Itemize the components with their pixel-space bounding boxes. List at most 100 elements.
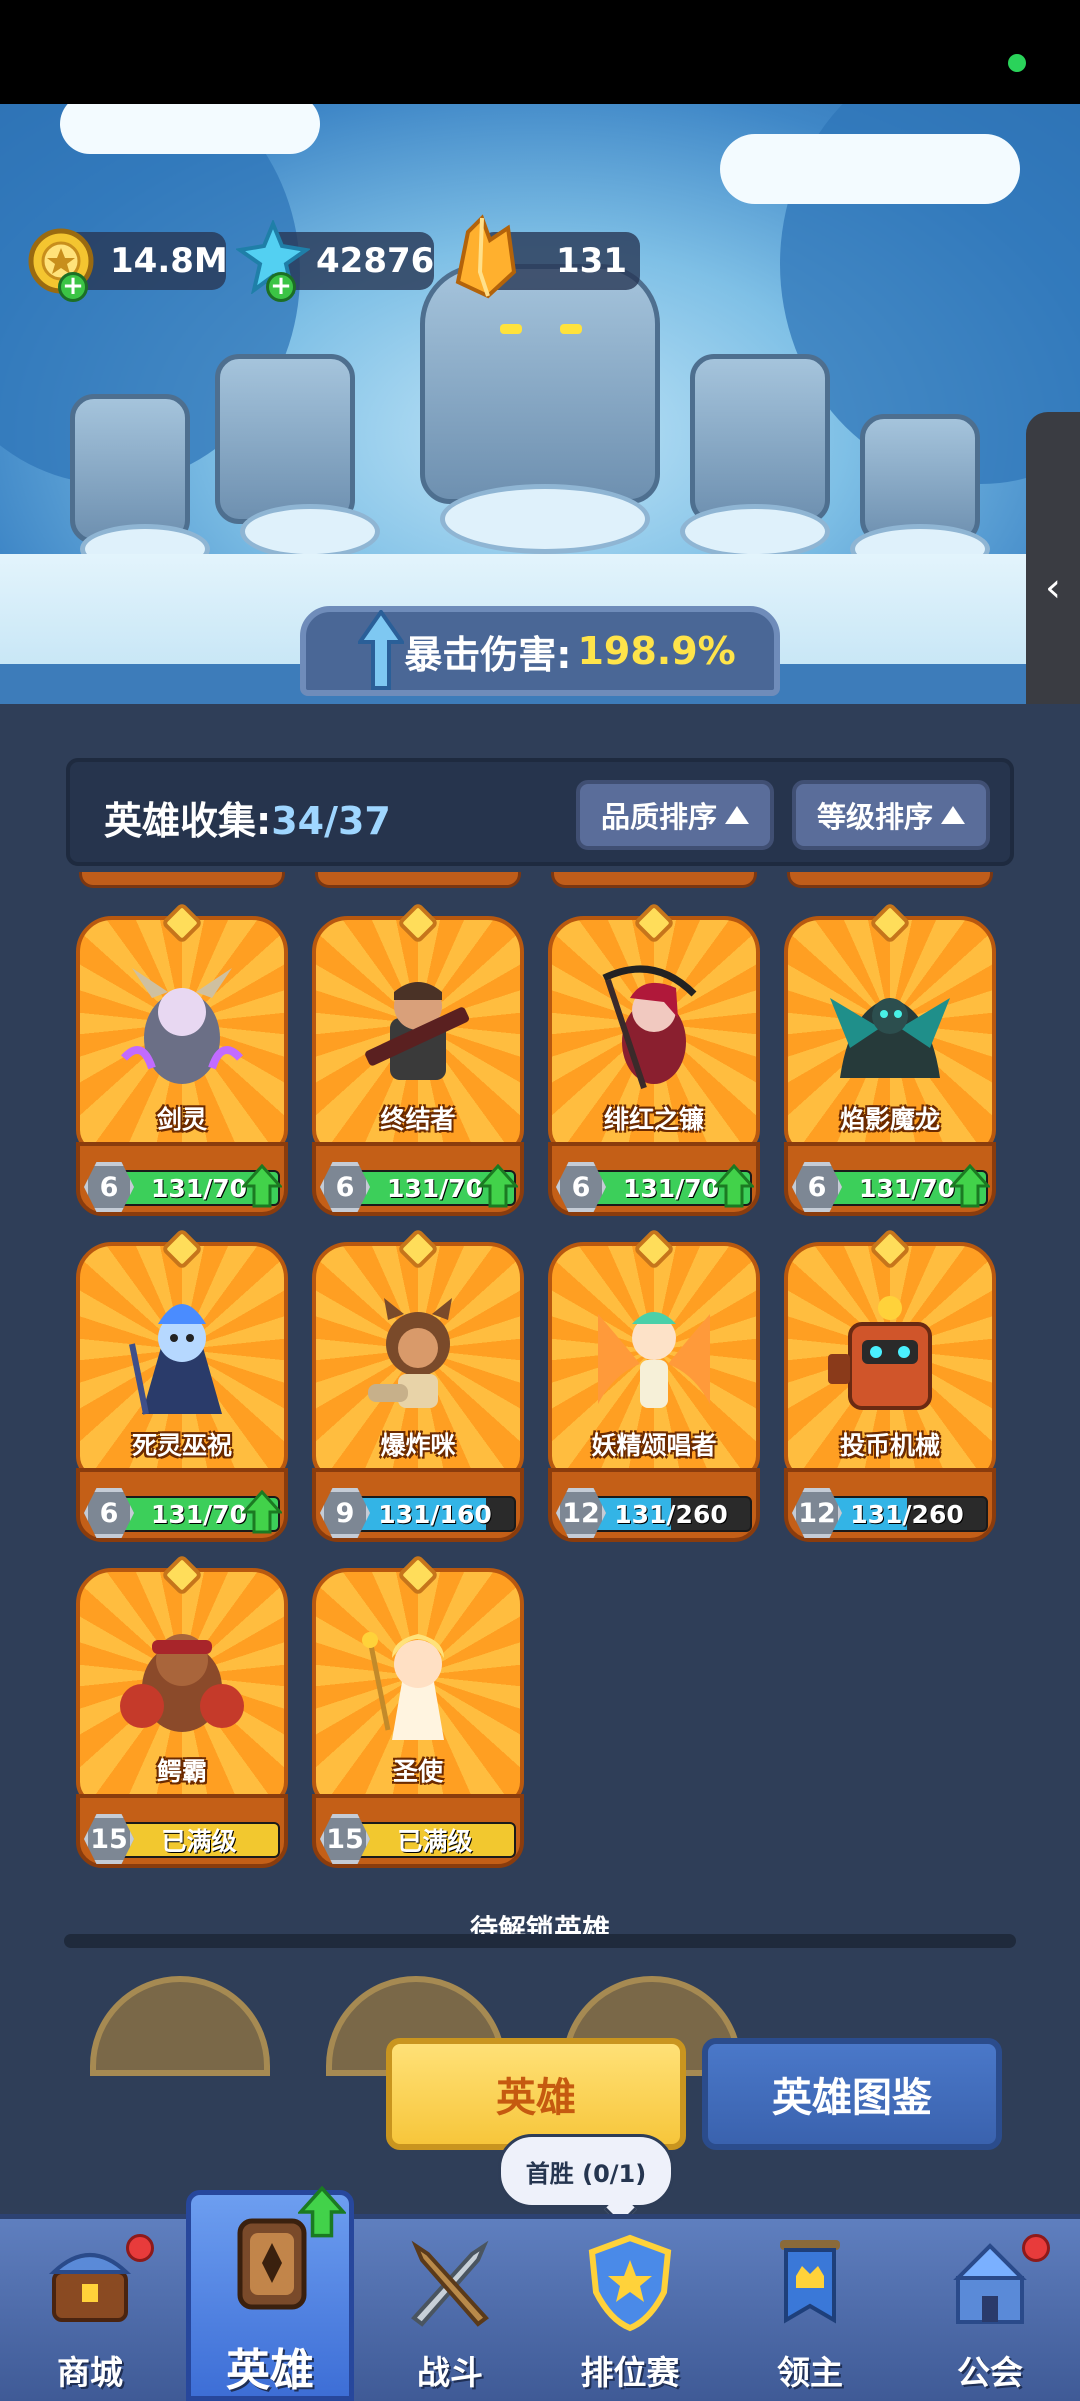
rank-shield-icon [588, 2234, 672, 2332]
locked-hero-card[interactable] [90, 1976, 270, 2076]
nav-label: 英雄 [226, 2345, 314, 2396]
statue-warrior [70, 394, 190, 544]
hero-portrait [368, 1298, 452, 1408]
crit-damage-value: 198.9% [577, 629, 736, 673]
collection-label: 英雄收集: [104, 799, 272, 843]
privacy-indicator-dot [1008, 54, 1026, 72]
nav-label: 公会 [957, 2353, 1023, 2392]
hero-name: 爆炸咪 [380, 1431, 456, 1460]
sort-level-label: 等级排序 [816, 800, 933, 834]
hero-portrait [129, 1304, 222, 1415]
nav-item-crossed-swords[interactable]: 战斗 [360, 2214, 540, 2401]
collection-bar: 英雄收集:34/37 品质排序 等级排序 [66, 758, 1014, 866]
hero-portrait [828, 1296, 932, 1410]
shard-progress-bar: 已满级 [118, 1822, 280, 1858]
hero-card[interactable]: 鳄霸 已满级 15 [76, 1553, 288, 1868]
statue-base [440, 484, 650, 554]
snow-ledge [60, 104, 320, 154]
hero-card[interactable]: 剑灵 131/70 6 [76, 901, 288, 1216]
nav-item-hero-card[interactable]: 英雄 [180, 2186, 360, 2401]
sort-ascending-icon [725, 806, 749, 824]
hero-name: 投币机械 [839, 1431, 940, 1460]
statue-griffin [215, 354, 355, 524]
dragon-eye [560, 324, 582, 334]
sort-by-quality-button[interactable]: 品质排序 [576, 780, 774, 850]
nav-label: 领主 [777, 2353, 843, 2392]
crystal-amount: 131 [556, 241, 627, 281]
hero-card[interactable]: 妖精颂唱者 131/260 12 [548, 1227, 760, 1542]
hero-name: 焰影魔龙 [839, 1105, 940, 1134]
sort-by-level-button[interactable]: 等级排序 [792, 780, 990, 850]
hero-portrait [830, 998, 950, 1078]
collection-count: 34/37 [271, 799, 391, 843]
shard-progress-bar: 131/260 [590, 1496, 752, 1532]
nav-label: 战斗 [417, 2353, 483, 2392]
add-gem-button[interactable]: + [266, 272, 296, 302]
hero-card[interactable]: 圣使 已满级 15 [312, 1553, 524, 1868]
shard-progress-text: 已满级 [397, 1827, 473, 1856]
first-win-tooltip: 首胜 (0/1) [498, 2134, 674, 2208]
banner-crown-icon [780, 2240, 840, 2324]
hero-name: 死灵巫祝 [131, 1431, 232, 1460]
hero-name: 绯红之镰 [603, 1105, 704, 1134]
hero-grid: 剑灵 131/70 6 终结者 131/70 6 绯红之镰 131/70 6 焰影魔龙 131/70… [76, 872, 1004, 1872]
notification-badge [1022, 2234, 1050, 2262]
hero-portrait [362, 1632, 444, 1740]
upgrade-arrow-icon[interactable] [242, 1164, 282, 1208]
crit-damage-label: 暴击伤害: [404, 632, 572, 677]
scrolled-card-edge [315, 872, 521, 888]
chevron-left-icon: ‹ [1045, 565, 1061, 611]
upgrade-arrow-icon[interactable] [478, 1164, 518, 1208]
hero-portrait [598, 1312, 710, 1408]
tab-hero-codex[interactable]: 英雄图鉴 [702, 2038, 1002, 2150]
shop-chest-icon [48, 2253, 132, 2322]
hero-name: 圣使 [392, 1757, 443, 1786]
hero-card[interactable]: 焰影魔龙 131/70 6 [784, 901, 996, 1216]
upgrade-arrow-icon[interactable] [950, 1164, 990, 1208]
shard-progress-bar: 已满级 [354, 1822, 516, 1858]
scrolled-card-edge [787, 872, 993, 888]
hero-portrait [602, 965, 697, 1089]
hero-card[interactable]: 爆炸咪 131/160 9 [312, 1227, 524, 1542]
notification-badge [126, 2234, 154, 2262]
shard-progress-text: 131/160 [378, 1499, 492, 1529]
hero-name: 终结者 [380, 1105, 456, 1134]
hero-list-panel: 英雄收集:34/37 品质排序 等级排序 剑灵 131/70 6 终结者 131/70 6… [0, 704, 1080, 2214]
upgrade-arrow-icon[interactable] [714, 1164, 754, 1208]
hero-name: 剑灵 [156, 1105, 207, 1134]
scrolled-card-edge [551, 872, 757, 888]
upgrade-arrow-icon [298, 2186, 346, 2238]
nav-item-banner-crown[interactable]: 领主 [720, 2214, 900, 2401]
hero-card[interactable]: 死灵巫祝 131/70 6 [76, 1227, 288, 1542]
hero-portrait [365, 982, 470, 1080]
nav-item-rank-shield[interactable]: 排位赛 [540, 2214, 720, 2401]
shard-progress-text: 131/260 [850, 1499, 964, 1529]
crossed-swords-icon [411, 2240, 489, 2327]
nav-item-shop-chest[interactable]: 商城 [0, 2214, 180, 2401]
shard-progress-text: 已满级 [161, 1827, 237, 1856]
hero-name: 鳄霸 [156, 1757, 207, 1786]
section-divider [64, 1934, 1016, 1948]
nav-item-guild-castle[interactable]: 公会 [900, 2214, 1080, 2401]
nav-label: 商城 [57, 2353, 123, 2392]
crit-up-arrow-icon [358, 610, 404, 690]
hero-portrait [121, 968, 243, 1084]
dragon-eye [500, 324, 522, 334]
statue-mage [690, 354, 830, 524]
shard-progress-bar: 131/260 [826, 1496, 988, 1532]
snow-ledge [720, 134, 1020, 204]
hero-name: 妖精颂唱者 [591, 1431, 717, 1460]
amber-crystal-icon [438, 212, 528, 302]
add-gold-button[interactable]: + [58, 272, 88, 302]
sort-quality-label: 品质排序 [600, 800, 717, 834]
nav-label: 排位赛 [580, 2353, 680, 2392]
crit-damage-banner: 暴击伤害: 198.9% [300, 606, 780, 696]
gem-amount: 42876 [316, 241, 435, 281]
hero-card[interactable]: 终结者 131/70 6 [312, 901, 524, 1216]
hero-card[interactable]: 投币机械 131/260 12 [784, 1227, 996, 1542]
statue-base [680, 504, 830, 559]
collection-title: 英雄收集:34/37 [104, 790, 391, 845]
upgrade-arrow-icon[interactable] [242, 1490, 282, 1534]
hero-portrait [120, 1634, 244, 1732]
hero-card[interactable]: 绯红之镰 131/70 6 [548, 901, 760, 1216]
